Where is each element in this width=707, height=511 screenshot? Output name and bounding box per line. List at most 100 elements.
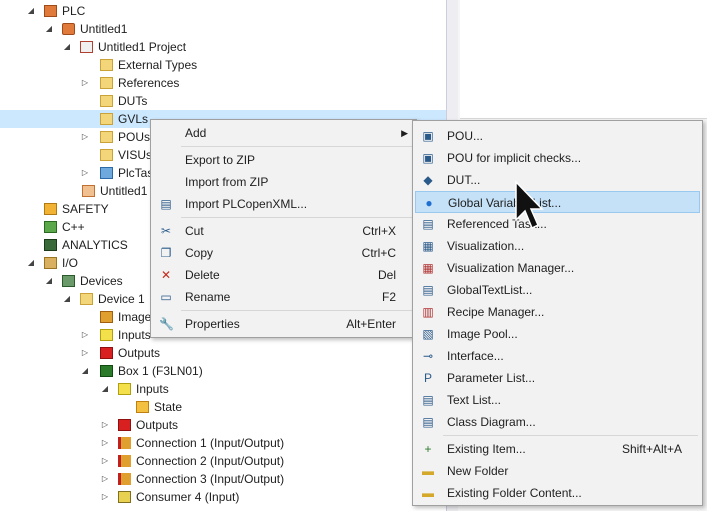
ctx-item-import-plcopenxml[interactable]: ▤ Import PLCopenXML... [153,193,414,215]
add-item-global-variable-list[interactable]: ● Global Variable List... [415,191,700,213]
add-item-visualization-manager[interactable]: ▦ Visualization Manager... [415,257,700,279]
tree-item-label: Untitled1 Project [98,40,187,54]
add-item-new-folder[interactable]: ▬ New Folder [415,460,700,482]
menu-item-shortcut: F2 [381,290,396,304]
add-item-dut[interactable]: ◆ DUT... [415,169,700,191]
ctx-item-export-to-zip[interactable]: Export to ZIP [153,149,414,171]
folder-icon [100,77,113,89]
add-item-recipe-manager[interactable]: ▥ Recipe Manager... [415,301,700,323]
add-item-existing-item[interactable]: + Existing Item... Shift+Alt+A [415,438,700,460]
add-item-interface[interactable]: ⊸ Interface... [415,345,700,367]
tree-item-references[interactable]: ▷ References [0,74,446,92]
expand-arrow-icon[interactable]: ▷ [80,326,90,344]
outputs-icon [118,419,131,431]
add-item-referenced-task[interactable]: ▤ Referenced Task... [415,213,700,235]
copy-icon: ❐ [160,246,172,260]
expand-arrow-icon[interactable]: ▷ [100,416,110,434]
connection-icon [118,473,131,485]
collapse-arrow-icon[interactable]: ◢ [44,272,54,290]
menu-item-label: Copy [185,246,214,260]
expand-arrow-icon[interactable]: ▷ [100,452,110,470]
expand-arrow-icon[interactable]: ▷ [100,434,110,452]
add-submenu: ▣ POU... ▣ POU for implicit checks... ◆ DUT..… [412,120,703,506]
add-item-globaltextlist[interactable]: ▤ GlobalTextList... [415,279,700,301]
expand-arrow-icon[interactable]: ▷ [80,344,90,362]
expand-arrow-icon[interactable]: ▷ [100,488,110,506]
tree-item-untitled1[interactable]: ◢ Untitled1 [0,20,446,38]
tree-item-label: Outputs [118,346,161,360]
folder-icon [100,59,113,71]
collapse-arrow-icon[interactable]: ◢ [62,38,72,56]
ctx-item-properties[interactable]: 🔧 Properties Alt+Enter [153,313,414,335]
menu-item-label: Existing Folder Content... [447,486,582,500]
menu-item-label: GlobalTextList... [447,283,533,297]
menu-item-label: Add [185,126,207,140]
add-item-image-pool[interactable]: ▧ Image Pool... [415,323,700,345]
collapse-arrow-icon[interactable]: ◢ [26,2,36,20]
folder-icon [100,149,113,161]
tree-item-label: External Types [118,58,198,72]
ctx-item-delete[interactable]: ✕ Delete Del [153,264,414,286]
cpp-icon [44,221,57,233]
connection-icon [118,437,131,449]
tree-item-label: State [154,400,183,414]
expand-arrow-icon[interactable]: ▷ [80,164,90,182]
globe-icon: ● [425,196,433,210]
add-item-pou[interactable]: ▣ POU... [415,125,700,147]
tree-item-connection-3-input-output[interactable]: ▷ Connection 3 (Input/Output) [0,470,446,488]
tree-item-box-1-f3ln01[interactable]: ◢ Box 1 (F3LN01) [0,362,446,380]
inputs-icon [100,329,113,341]
interface-icon: ⊸ [422,349,434,363]
menu-item-label: Text List... [447,393,502,407]
visualization-icon: ▦ [422,239,434,253]
menu-item-label: Existing Item... [447,442,526,456]
menu-item-label: Export to ZIP [185,153,256,167]
ctx-item-add[interactable]: Add ▶ [153,122,414,144]
tree-item-consumer-4-input[interactable]: ▷ Consumer 4 (Input) [0,488,446,506]
class-diagram-icon: ▤ [422,415,434,429]
menu-item-label: New Folder [447,464,509,478]
menu-item-label: Import from ZIP [185,175,269,189]
tree-item-label: Connection 3 (Input/Output) [136,472,285,486]
add-item-text-list[interactable]: ▤ Text List... [415,389,700,411]
tree-item-label: Untitled1 [80,22,128,36]
collapse-arrow-icon[interactable]: ◢ [26,254,36,272]
scissors-icon: ✂ [160,224,172,238]
tree-item-state[interactable]: State [0,398,446,416]
outputs-icon [100,347,113,359]
collapse-arrow-icon[interactable]: ◢ [62,290,72,308]
collapse-arrow-icon[interactable]: ◢ [100,380,110,398]
tree-item-label: POUs [118,130,151,144]
ctx-item-rename[interactable]: ▭ Rename F2 [153,286,414,308]
add-item-class-diagram[interactable]: ▤ Class Diagram... [415,411,700,433]
mouse-pointer-icon [515,180,544,230]
tree-item-inputs[interactable]: ◢ Inputs [0,380,446,398]
ctx-item-import-from-zip[interactable]: Import from ZIP [153,171,414,193]
add-item-existing-folder-content[interactable]: ▬ Existing Folder Content... [415,482,700,504]
tree-item-untitled1-project[interactable]: ◢ Untitled1 Project [0,38,446,56]
tree-item-label: Connection 2 (Input/Output) [136,454,285,468]
right-panel-document [460,0,707,119]
pou-icon: ▣ [422,151,434,165]
tree-item-plc[interactable]: ◢ PLC [0,2,446,20]
tree-item-connection-2-input-output[interactable]: ▷ Connection 2 (Input/Output) [0,452,446,470]
tree-item-outputs[interactable]: ▷ Outputs [0,416,446,434]
menu-item-label: Recipe Manager... [447,305,545,319]
expand-arrow-icon[interactable]: ▷ [80,74,90,92]
tree-item-outputs[interactable]: ▷ Outputs [0,344,446,362]
tree-item-label: Outputs [136,418,179,432]
ctx-item-copy[interactable]: ❐ Copy Ctrl+C [153,242,414,264]
tree-item-duts[interactable]: DUTs [0,92,446,110]
collapse-arrow-icon[interactable]: ◢ [80,362,90,380]
add-item-pou-for-implicit-checks[interactable]: ▣ POU for implicit checks... [415,147,700,169]
tree-item-external-types[interactable]: External Types [0,56,446,74]
expand-arrow-icon[interactable]: ▷ [100,470,110,488]
menu-item-label: Parameter List... [447,371,536,385]
menu-item-label: Interface... [447,349,504,363]
add-item-parameter-list[interactable]: P Parameter List... [415,367,700,389]
ctx-item-cut[interactable]: ✂ Cut Ctrl+X [153,220,414,242]
add-item-visualization[interactable]: ▦ Visualization... [415,235,700,257]
collapse-arrow-icon[interactable]: ◢ [44,20,54,38]
tree-item-connection-1-input-output[interactable]: ▷ Connection 1 (Input/Output) [0,434,446,452]
expand-arrow-icon[interactable]: ▷ [80,128,90,146]
